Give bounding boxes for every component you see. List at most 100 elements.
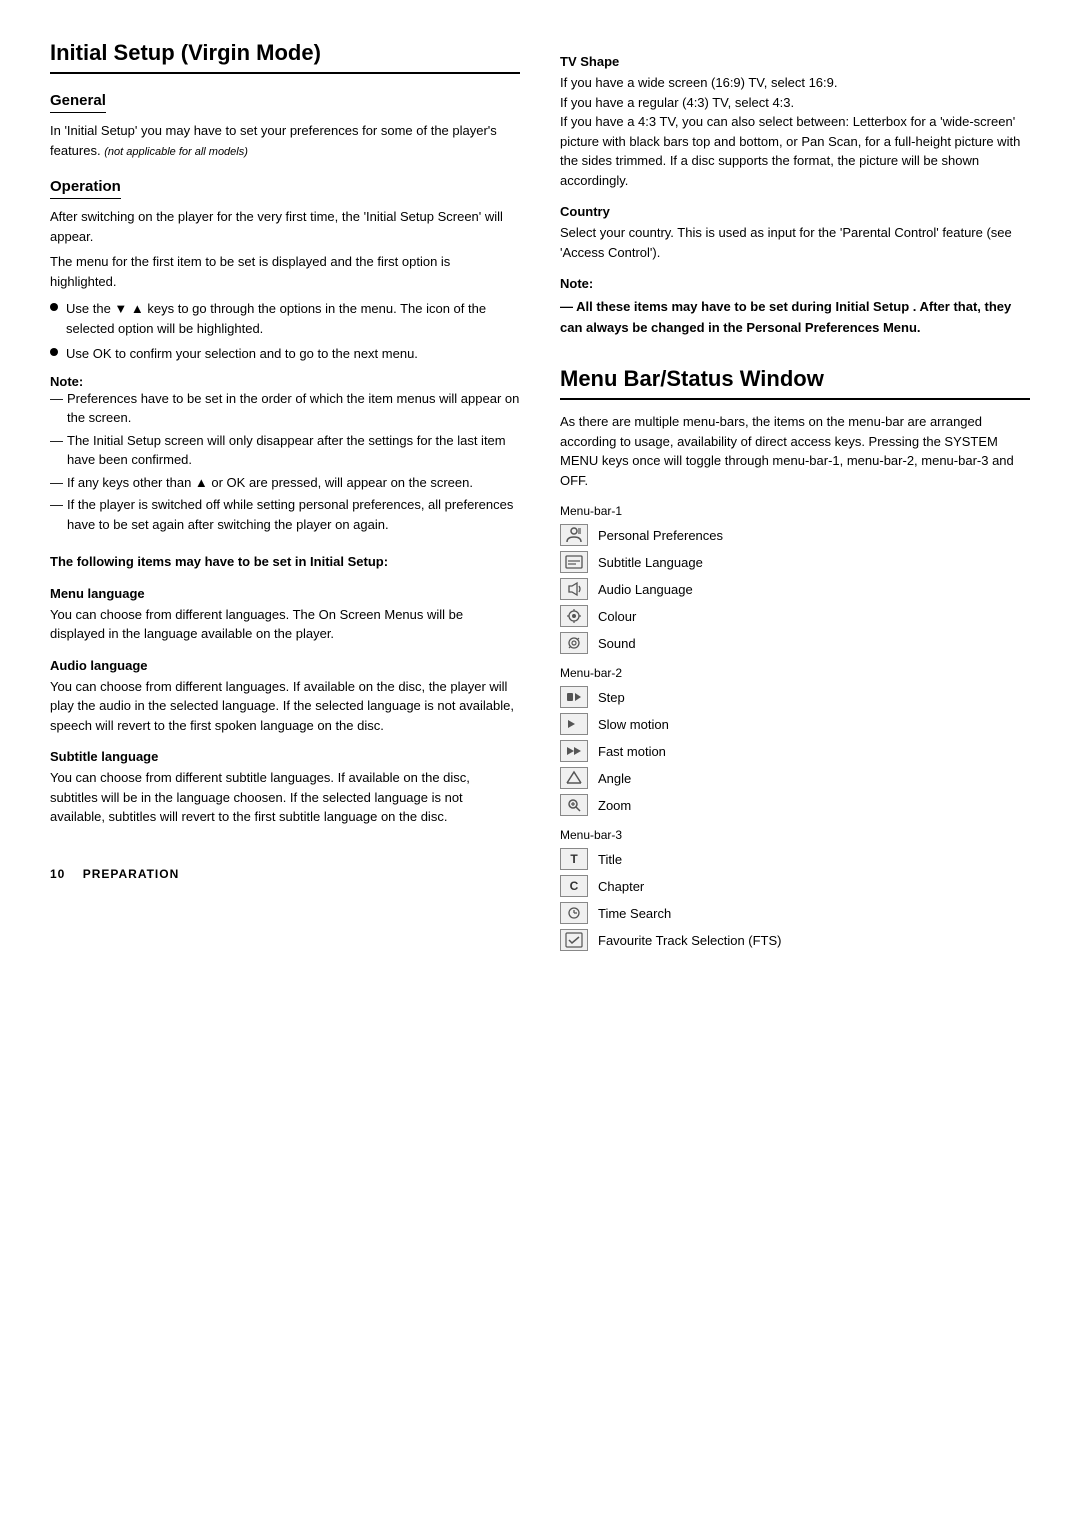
menu-item-time-search: Time Search [560, 902, 1030, 924]
right-note: Note: — All these items may have to be s… [560, 274, 1030, 338]
slow-motion-label: Slow motion [598, 717, 669, 732]
menu-language-title: Menu language [50, 586, 520, 601]
audio-language-title: Audio language [50, 658, 520, 673]
country-body: Select your country. This is used as inp… [560, 223, 1030, 262]
menu-bar-main-title: Menu Bar/Status Window [560, 366, 1030, 400]
menu-item-title: T Title [560, 848, 1030, 870]
operation-title: Operation [50, 178, 121, 199]
left-column: Initial Setup (Virgin Mode) General In '… [50, 40, 520, 957]
audio-language-body: You can choose from different languages.… [50, 677, 520, 736]
step-label: Step [598, 690, 625, 705]
bullet-dot-2 [50, 348, 58, 356]
bullet-item-2: Use OK to confirm your selection and to … [50, 344, 520, 364]
audio-lang-label: Audio Language [598, 582, 693, 597]
right-note-label: Note: [560, 276, 593, 291]
operation-para1: After switching on the player for the ve… [50, 207, 520, 246]
main-title: Initial Setup (Virgin Mode) [50, 40, 520, 74]
menu-bar-3-label: Menu-bar-3 [560, 826, 1030, 844]
menu-item-personal-prefs: Personal Preferences [560, 524, 1030, 546]
bullet-dot-1 [50, 303, 58, 311]
menu-item-fast-motion: Fast motion [560, 740, 1030, 762]
menu-bar-intro: As there are multiple menu-bars, the ite… [560, 412, 1030, 490]
operation-bullets: Use the ▼ ▲ keys to go through the optio… [50, 299, 520, 364]
tv-shape-body: If you have a wide screen (16:9) TV, sel… [560, 73, 1030, 190]
fts-label: Favourite Track Selection (FTS) [598, 933, 782, 948]
time-search-label: Time Search [598, 906, 671, 921]
slow-motion-icon [560, 713, 588, 735]
general-section: General In 'Initial Setup' you may have … [50, 92, 520, 160]
bullet-item-1: Use the ▼ ▲ keys to go through the optio… [50, 299, 520, 338]
menu-item-colour: Colour [560, 605, 1030, 627]
bullet-text-1: Use the ▼ ▲ keys to go through the optio… [66, 299, 520, 338]
page-layout: Initial Setup (Virgin Mode) General In '… [50, 40, 1030, 957]
menu-item-zoom: Zoom [560, 794, 1030, 816]
note-text-1: Preferences have to be set in the order … [67, 389, 520, 428]
note-item-2: — The Initial Setup screen will only dis… [50, 431, 520, 470]
menu-bar-1-items: Personal Preferences Subtitle Language [560, 524, 1030, 654]
angle-label: Angle [598, 771, 631, 786]
general-body: In 'Initial Setup' you may have to set y… [50, 121, 520, 160]
step-icon [560, 686, 588, 708]
page-number: 10 [50, 867, 65, 881]
subtitle-language-title: Subtitle language [50, 749, 520, 764]
menu-item-chapter: C Chapter [560, 875, 1030, 897]
menu-bar-section: Menu Bar/Status Window As there are mult… [560, 366, 1030, 951]
menu-item-subtitle-lang: Subtitle Language [560, 551, 1030, 573]
note-item-3: — If any keys other than ▲ or OK are pre… [50, 473, 520, 493]
colour-icon [560, 605, 588, 627]
fts-icon [560, 929, 588, 951]
menu-bar-2-label: Menu-bar-2 [560, 664, 1030, 682]
zoom-label: Zoom [598, 798, 631, 813]
menu-item-angle: Angle [560, 767, 1030, 789]
menu-item-audio-lang: Audio Language [560, 578, 1030, 600]
title-icon: T [560, 848, 588, 870]
chapter-icon: C [560, 875, 588, 897]
sound-icon [560, 632, 588, 654]
general-title: General [50, 92, 106, 113]
operation-para2: The menu for the first item to be set is… [50, 252, 520, 291]
fast-motion-label: Fast motion [598, 744, 666, 759]
note-item-1: — Preferences have to be set in the orde… [50, 389, 520, 428]
menu-bar-3-items: T Title C Chapter Time Search [560, 848, 1030, 951]
operation-section: Operation After switching on the player … [50, 178, 520, 534]
sound-label: Sound [598, 636, 636, 651]
tv-shape-section: TV Shape If you have a wide screen (16:9… [560, 54, 1030, 190]
note-label: Note: [50, 374, 83, 389]
bullet-text-2: Use OK to confirm your selection and to … [66, 344, 418, 364]
right-column: TV Shape If you have a wide screen (16:9… [560, 40, 1030, 957]
following-items-section: The following items may have to be set i… [50, 552, 520, 827]
tv-shape-title: TV Shape [560, 54, 1030, 69]
page-footer: 10 Preparation [50, 867, 520, 881]
footer-section: Preparation [83, 867, 180, 881]
menu-item-slow-motion: Slow motion [560, 713, 1030, 735]
menu-item-fts: Favourite Track Selection (FTS) [560, 929, 1030, 951]
menu-bar-1-label: Menu-bar-1 [560, 502, 1030, 520]
note-text-4: If the player is switched off while sett… [67, 495, 520, 534]
menu-item-step: Step [560, 686, 1030, 708]
colour-label: Colour [598, 609, 636, 624]
menu-language-body: You can choose from different languages.… [50, 605, 520, 644]
chapter-label: Chapter [598, 879, 644, 894]
note-text-3: If any keys other than ▲ or OK are press… [67, 473, 473, 493]
zoom-icon [560, 794, 588, 816]
title-label: Title [598, 852, 622, 867]
personal-prefs-label: Personal Preferences [598, 528, 723, 543]
right-note-body: — All these items may have to be set dur… [560, 297, 1030, 339]
personal-prefs-icon [560, 524, 588, 546]
note-item-4: — If the player is switched off while se… [50, 495, 520, 534]
audio-lang-icon [560, 578, 588, 600]
country-section: Country Select your country. This is use… [560, 204, 1030, 262]
subtitle-language-body: You can choose from different subtitle l… [50, 768, 520, 827]
note-text-2: The Initial Setup screen will only disap… [67, 431, 520, 470]
menu-item-sound: Sound [560, 632, 1030, 654]
time-search-icon [560, 902, 588, 924]
general-body-italic: (not applicable for all models) [104, 146, 248, 158]
subtitle-lang-icon [560, 551, 588, 573]
fast-motion-icon [560, 740, 588, 762]
menu-bar-2-items: Step Slow motion [560, 686, 1030, 816]
following-heading: The following items may have to be set i… [50, 552, 520, 572]
angle-icon [560, 767, 588, 789]
subtitle-lang-label: Subtitle Language [598, 555, 703, 570]
operation-note: Note: — Preferences have to be set in th… [50, 374, 520, 535]
country-title: Country [560, 204, 1030, 219]
